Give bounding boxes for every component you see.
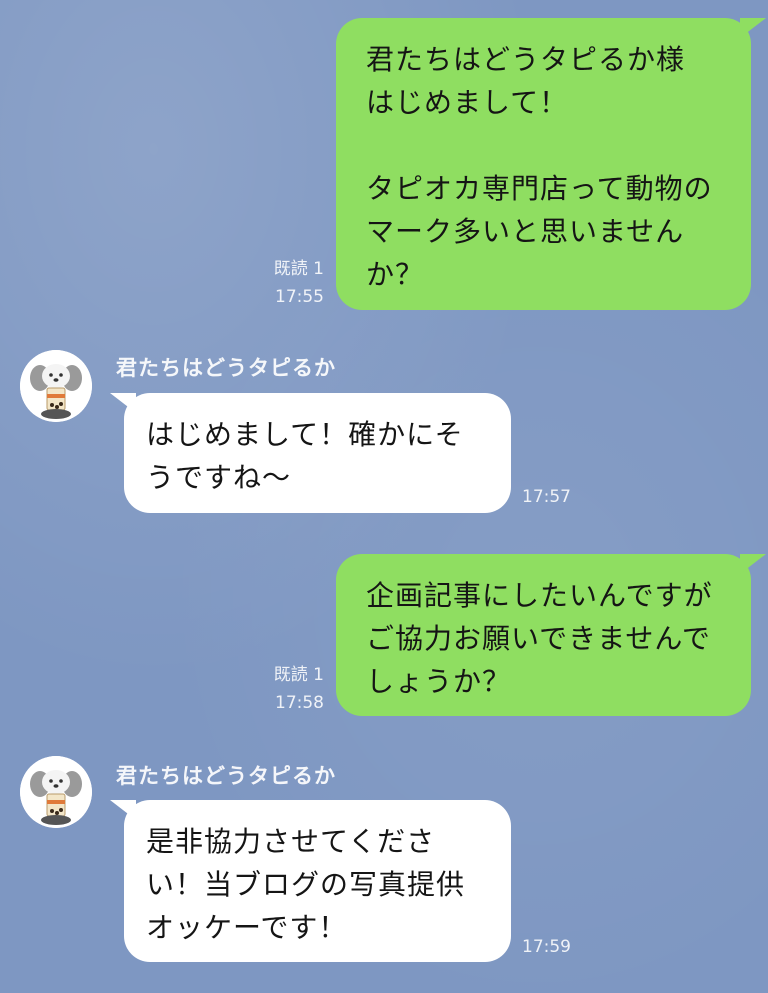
message-timestamp: 17:55: [275, 287, 324, 307]
avatar[interactable]: [20, 350, 92, 422]
received-message-bubble[interactable]: 是非協力させてくださ い！当ブログの写真提供 オッケーです！: [124, 800, 511, 962]
dog-with-tapioca-drink-icon: [20, 756, 92, 828]
sender-name: 君たちはどうタピるか: [116, 764, 336, 788]
sender-name: 君たちはどうタピるか: [116, 356, 336, 380]
bubble-tail: [740, 554, 766, 574]
message-timestamp: 17:58: [275, 693, 324, 713]
sent-message-bubble[interactable]: 君たちはどうタピるか様 はじめまして！ タピオカ専門店って動物の マーク多いと思…: [336, 18, 751, 310]
avatar[interactable]: [20, 756, 92, 828]
sent-message-bubble[interactable]: 企画記事にしたいんですが ご協力お願いできませんで しょうか？: [336, 554, 751, 716]
received-message-bubble[interactable]: はじめまして！確かにそ うですね〜: [124, 393, 511, 513]
read-receipt: 既読 1: [273, 665, 324, 685]
read-receipt: 既読 1: [273, 259, 324, 279]
message-timestamp: 17:59: [522, 937, 571, 957]
bubble-tail: [740, 18, 766, 38]
message-timestamp: 17:57: [522, 487, 571, 507]
dog-with-tapioca-drink-icon: [20, 350, 92, 422]
